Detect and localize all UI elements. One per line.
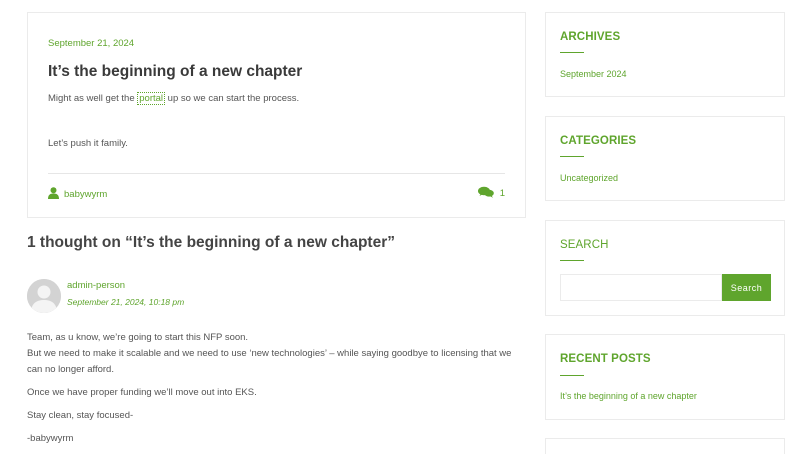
- comments-heading: 1 thought on “It’s the beginning of a ne…: [27, 234, 395, 251]
- comments-icon: [477, 186, 494, 201]
- search-button[interactable]: Search: [722, 274, 771, 301]
- recent-post-link[interactable]: It’s the beginning of a new chapter: [560, 391, 697, 401]
- portal-link[interactable]: portal: [137, 92, 166, 105]
- comment-count: 1: [499, 188, 505, 199]
- post-paragraph-1: Might as well get the portal up so we ca…: [48, 92, 300, 105]
- comment-date-link[interactable]: September 21, 2024, 10:18 pm: [67, 297, 184, 307]
- comment-line: Stay clean, stay focused-: [27, 410, 134, 421]
- comment-line: Team, as u know, we’re going to start th…: [27, 332, 249, 343]
- search-widget: SEARCH Search: [545, 220, 785, 316]
- archives-widget: ARCHIVES September 2024: [545, 12, 785, 97]
- comment-line: But we need to make it scalable and we n…: [27, 348, 512, 375]
- search-title: SEARCH: [560, 239, 609, 251]
- search-input[interactable]: [560, 274, 722, 301]
- post-text: up so we can start the process.: [165, 93, 300, 104]
- post-divider: [48, 173, 505, 174]
- post-date-link[interactable]: September 21, 2024: [48, 38, 134, 49]
- widget-divider: [560, 52, 584, 53]
- post-author-name[interactable]: babywyrm: [64, 189, 107, 200]
- avatar: [27, 279, 61, 313]
- post-card: September 21, 2024 It’s the beginning of…: [27, 12, 526, 218]
- recent-posts-title: RECENT POSTS: [560, 353, 651, 365]
- archive-link-september-2024[interactable]: September 2024: [560, 69, 627, 79]
- comment-body: Team, as u know, we’re going to start th…: [27, 330, 527, 454]
- widget-divider: [560, 375, 584, 376]
- widget-divider: [560, 156, 584, 157]
- category-link-uncategorized[interactable]: Uncategorized: [560, 173, 618, 183]
- recent-posts-widget: RECENT POSTS It’s the beginning of a new…: [545, 334, 785, 420]
- comment-author-link[interactable]: admin-person: [67, 280, 125, 291]
- post-text: Might as well get the: [48, 93, 138, 104]
- post-author[interactable]: babywyrm: [48, 187, 107, 202]
- post-comments-link[interactable]: 1: [477, 186, 505, 201]
- post-paragraph-2: Let’s push it family.: [48, 138, 128, 149]
- categories-widget: CATEGORIES Uncategorized: [545, 116, 785, 201]
- widget-divider: [560, 260, 584, 261]
- comment-line: Once we have proper funding we’ll move o…: [27, 387, 257, 398]
- partial-widget: [545, 438, 785, 454]
- default-avatar-icon: [27, 279, 61, 313]
- user-icon: [48, 187, 59, 202]
- comment-line: -babywyrm: [27, 433, 74, 444]
- archives-title: ARCHIVES: [560, 31, 621, 43]
- categories-title: CATEGORIES: [560, 135, 637, 147]
- post-title[interactable]: It’s the beginning of a new chapter: [48, 63, 302, 81]
